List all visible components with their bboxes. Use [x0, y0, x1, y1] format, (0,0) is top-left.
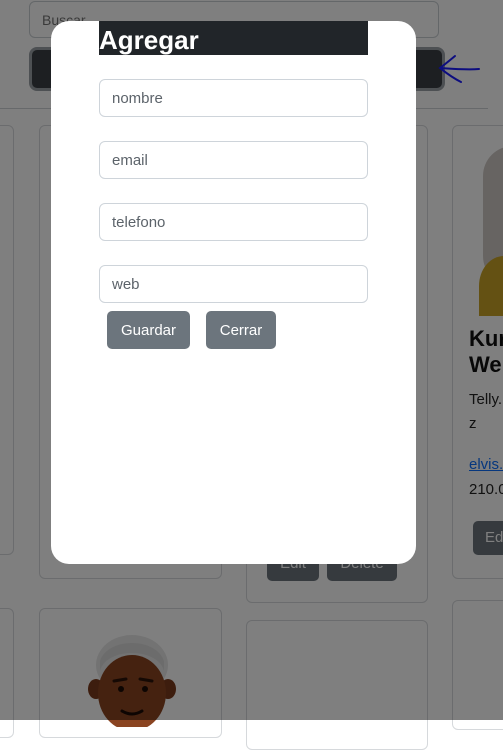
save-button[interactable]: Guardar	[107, 311, 190, 349]
add-contact-modal: Agregar Guardar Cerrar	[51, 21, 416, 564]
name-field[interactable]	[99, 79, 368, 117]
close-button[interactable]: Cerrar	[206, 311, 276, 349]
website-field[interactable]	[99, 265, 368, 303]
email-field[interactable]	[99, 141, 368, 179]
phone-field[interactable]	[99, 203, 368, 241]
modal-title: Agregar	[99, 21, 368, 55]
